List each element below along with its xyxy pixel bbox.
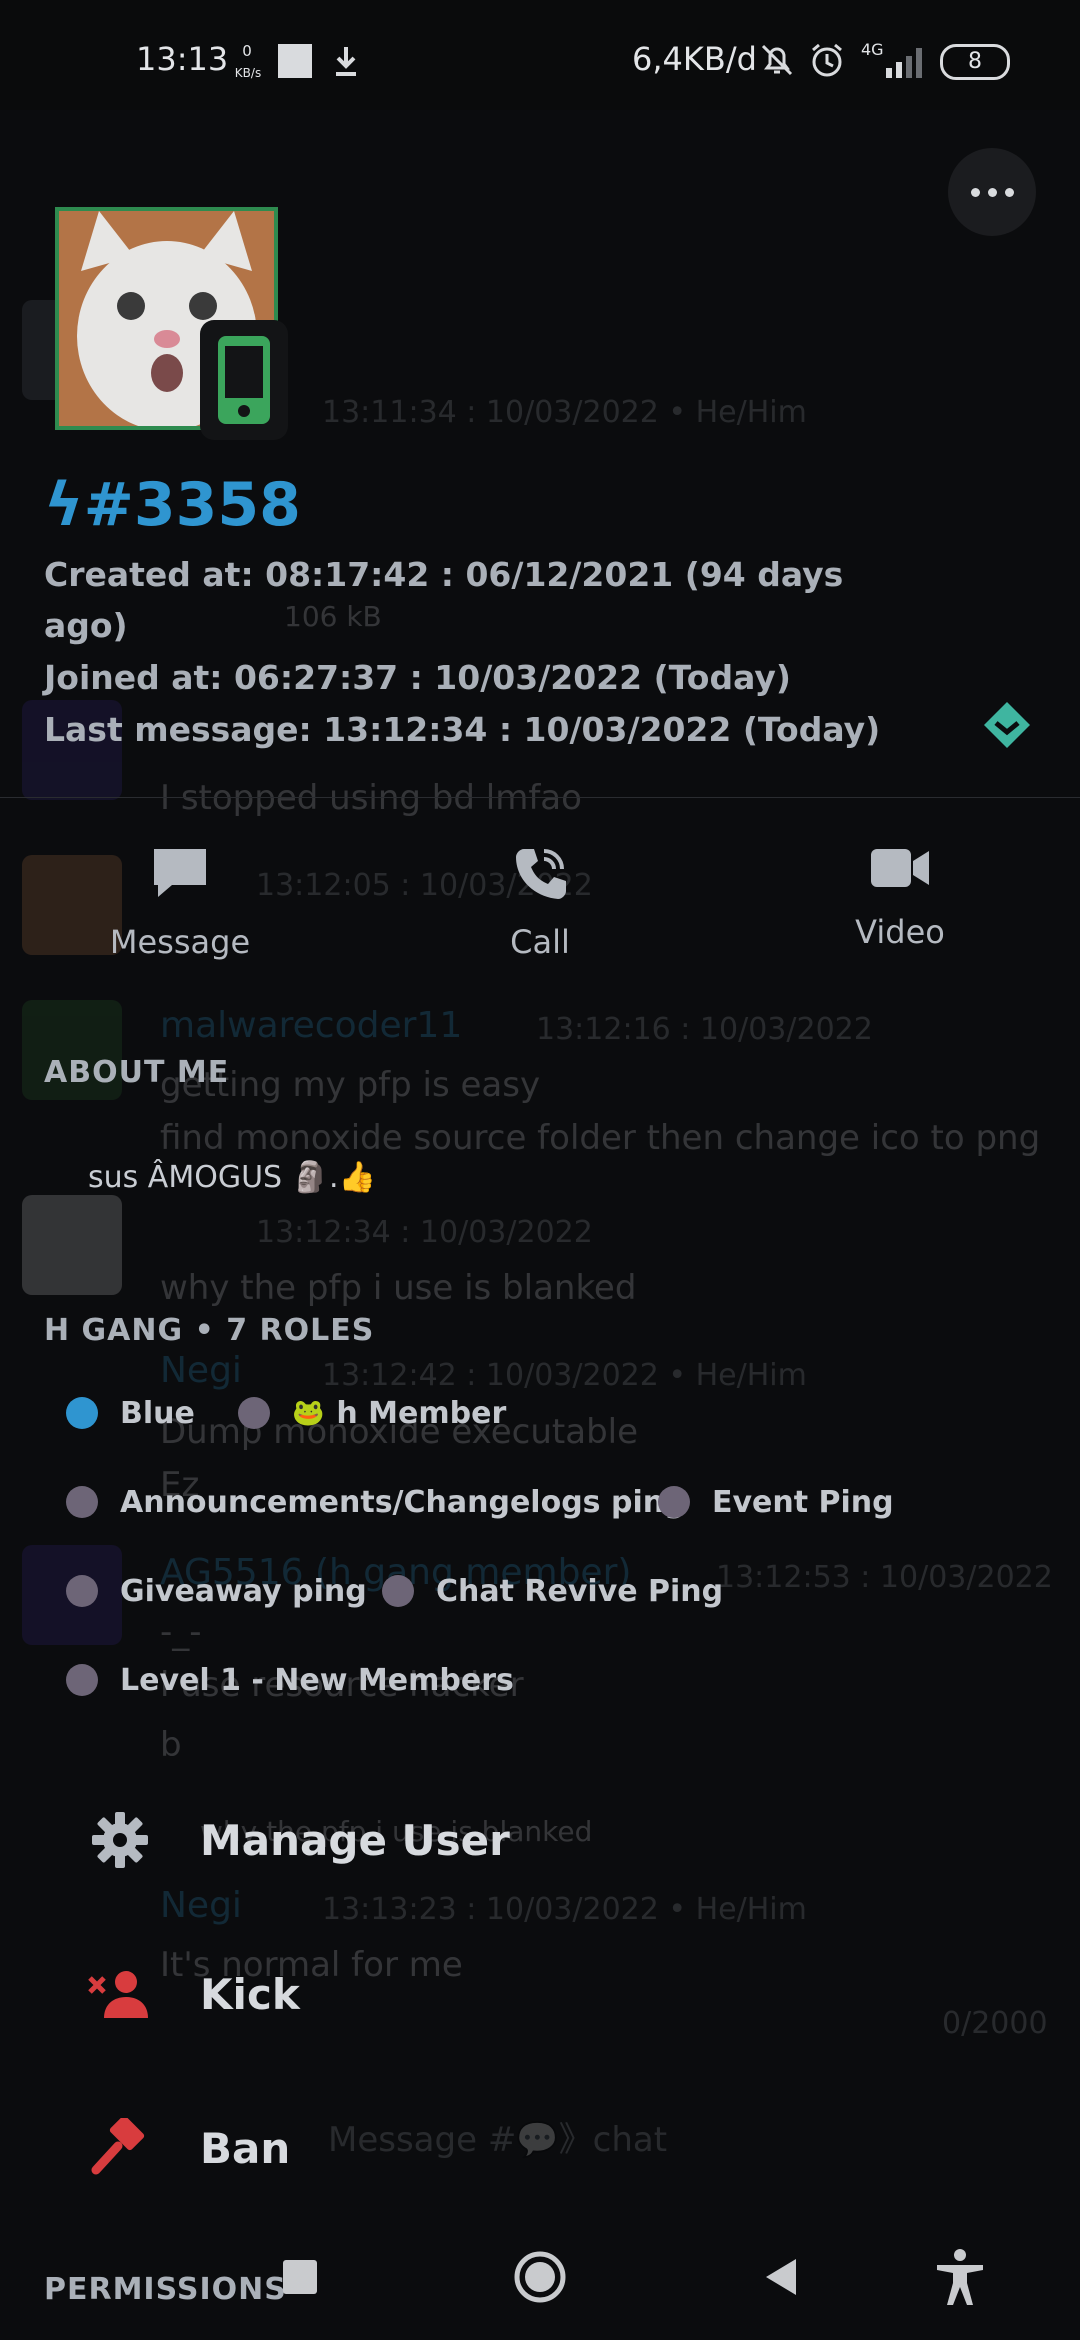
more-dot bbox=[987, 187, 997, 197]
role-event-ping[interactable]: Event Ping bbox=[658, 1477, 894, 1527]
more-options-button[interactable] bbox=[948, 148, 1036, 236]
chat-author: Negi bbox=[160, 1350, 242, 1391]
role-color-dot bbox=[66, 1575, 98, 1607]
more-dot bbox=[1004, 187, 1014, 197]
role-blue[interactable]: Blue bbox=[66, 1388, 195, 1438]
role-color-dot bbox=[66, 1664, 98, 1696]
mobile-status-icon bbox=[200, 320, 288, 440]
accessibility-icon bbox=[937, 2249, 983, 2305]
permissions-title: PERMISSIONS bbox=[44, 2272, 287, 2307]
mute-bell-icon bbox=[757, 40, 797, 84]
gear-icon bbox=[88, 1808, 152, 1872]
ban-label: Ban bbox=[200, 2123, 291, 2173]
back-triangle-icon bbox=[766, 2259, 796, 2295]
chat-timestamp: 13:12:53 : 10/03/2022 bbox=[716, 1560, 1053, 1595]
role-giveaway-ping[interactable]: Giveaway ping bbox=[66, 1566, 367, 1616]
chat-message: find monoxide source folder then change … bbox=[160, 1118, 1041, 1158]
roles-title: H GANG • 7 ROLES bbox=[44, 1313, 375, 1348]
role-level-1[interactable]: Level 1 - New Members bbox=[66, 1655, 514, 1705]
video-action-label: Video bbox=[855, 913, 945, 951]
manage-user-button[interactable]: Manage User bbox=[88, 1790, 510, 1890]
role-h-member[interactable]: 🐸 h Member bbox=[238, 1388, 506, 1438]
network-type: 4G bbox=[861, 40, 884, 59]
chat-timestamp: 13:11:34 : 10/03/2022 • He/Him bbox=[322, 395, 807, 430]
nitro-boost-icon bbox=[982, 700, 1032, 750]
signal-icon bbox=[884, 46, 928, 82]
net-speed-unit: KB/s bbox=[234, 66, 262, 80]
chat-message: -_- bbox=[160, 1612, 202, 1652]
chat-timestamp: 13:12:34 : 10/03/2022 bbox=[256, 1215, 593, 1250]
role-label: Chat Revive Ping bbox=[436, 1573, 724, 1609]
about-me-text: sus ÂMOGUS 🗿.👍 bbox=[88, 1160, 376, 1195]
about-me-title: ABOUT ME bbox=[44, 1055, 230, 1090]
chat-message: b bbox=[160, 1725, 182, 1765]
chat-message: I stopped using bd lmfao bbox=[160, 778, 582, 818]
joined-at: Joined at: 06:27:37 : 10/03/2022 (Today) bbox=[44, 658, 791, 697]
role-color-dot bbox=[382, 1575, 414, 1607]
recents-button[interactable] bbox=[255, 2232, 345, 2322]
profile-username: ϟ#3358 bbox=[44, 470, 301, 540]
home-circle-icon bbox=[514, 2251, 566, 2303]
role-color-dot bbox=[66, 1486, 98, 1518]
kick-label: Kick bbox=[200, 1969, 300, 2019]
message-icon bbox=[154, 849, 206, 897]
message-action-button[interactable]: Message bbox=[60, 845, 300, 961]
alarm-icon bbox=[807, 40, 847, 84]
chat-timestamp: 13:12:16 : 10/03/2022 bbox=[536, 1012, 873, 1047]
download-icon bbox=[330, 44, 362, 82]
data-usage: 6,4KB/d bbox=[632, 40, 757, 78]
status-time: 13:13 bbox=[136, 40, 229, 78]
chat-timestamp: 13:13:23 : 10/03/2022 • He/Him bbox=[322, 1892, 807, 1927]
role-emoji: 🐸 bbox=[292, 1398, 325, 1428]
message-action-label: Message bbox=[109, 923, 251, 961]
chat-message: why the pfp i use is blanked bbox=[160, 1268, 637, 1308]
notification-square-icon bbox=[278, 44, 312, 78]
kick-button[interactable]: Kick bbox=[88, 1944, 300, 2044]
battery-icon: 8 bbox=[940, 44, 1010, 80]
created-at: Created at: 08:17:42 : 06/12/2021 (94 da… bbox=[44, 555, 844, 594]
accessibility-button[interactable] bbox=[915, 2232, 1005, 2322]
chat-author: malwarecoder11 bbox=[160, 1005, 463, 1046]
chat-avatar bbox=[22, 1195, 122, 1295]
role-label: Level 1 - New Members bbox=[120, 1662, 514, 1698]
square-icon bbox=[283, 2260, 317, 2294]
back-button[interactable] bbox=[735, 2232, 825, 2322]
section-divider bbox=[0, 797, 1080, 798]
role-chat-revive-ping[interactable]: Chat Revive Ping bbox=[382, 1566, 723, 1616]
role-label: Announcements/Changelogs ping bbox=[120, 1484, 686, 1520]
ban-button[interactable]: Ban bbox=[88, 2098, 290, 2198]
last-message: Last message: 13:12:34 : 10/03/2022 (Tod… bbox=[44, 710, 881, 749]
role-label: Giveaway ping bbox=[120, 1573, 367, 1609]
chat-file-size: 106 kB bbox=[284, 600, 382, 633]
video-camera-icon bbox=[871, 849, 929, 887]
role-label: Event Ping bbox=[712, 1484, 894, 1520]
status-bar: 13:13 0 KB/s 6,4KB/d 4G 8 bbox=[0, 0, 1080, 110]
created-at-continued: ago) bbox=[44, 606, 128, 645]
role-label: Blue bbox=[120, 1395, 195, 1431]
role-color-dot bbox=[238, 1397, 270, 1429]
message-input: Message #💬》chat bbox=[328, 2120, 668, 2160]
phone-icon bbox=[516, 849, 566, 899]
role-announcements-ping[interactable]: Announcements/Changelogs ping bbox=[66, 1477, 686, 1527]
char-counter: 0/2000 bbox=[942, 2006, 1048, 2041]
video-action-button[interactable]: Video bbox=[780, 845, 1020, 951]
manage-user-label: Manage User bbox=[200, 1815, 510, 1865]
net-speed-value: 0 bbox=[242, 42, 252, 60]
call-action-label: Call bbox=[510, 923, 570, 961]
role-color-dot bbox=[658, 1486, 690, 1518]
kick-user-icon bbox=[88, 1962, 152, 2026]
battery-level: 8 bbox=[968, 49, 982, 74]
role-color-dot bbox=[66, 1397, 98, 1429]
home-button[interactable] bbox=[495, 2232, 585, 2322]
role-label: h Member bbox=[336, 1395, 507, 1431]
chat-author: Negi bbox=[160, 1885, 242, 1926]
more-dot bbox=[970, 187, 980, 197]
ban-hammer-icon bbox=[88, 2116, 152, 2180]
call-action-button[interactable]: Call bbox=[420, 845, 660, 961]
